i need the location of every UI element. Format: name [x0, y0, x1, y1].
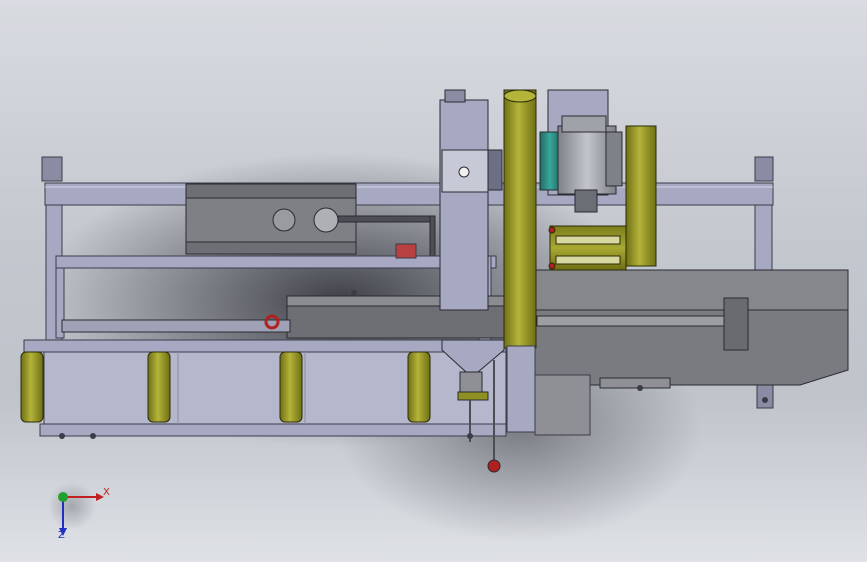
corner-post-top-left [41, 156, 63, 182]
front-bottom-rail [39, 423, 507, 437]
y-axis-point [58, 492, 68, 502]
roller-1 [20, 351, 44, 423]
roller-3 [279, 351, 303, 423]
end-block [723, 297, 749, 351]
front-panel [43, 351, 507, 427]
terminal-box [561, 115, 607, 133]
roller-4 [407, 351, 431, 423]
guide-slot [536, 315, 738, 327]
motor-flange [539, 131, 561, 191]
housing-port [272, 208, 296, 232]
rear-crossbar [44, 182, 774, 206]
middle-rail [55, 255, 497, 269]
carriage-rod [61, 319, 291, 333]
front-top-rail [23, 339, 507, 353]
drive-shaft [337, 215, 435, 223]
handwheel-knob [487, 459, 501, 473]
housing-flange [313, 207, 339, 233]
cad-viewport[interactable]: X Z [0, 0, 867, 562]
corner-post-top-right [754, 156, 774, 182]
machine-assembly-drawing [20, 89, 849, 473]
front-frame [23, 339, 507, 437]
x-axis-label: X [103, 487, 110, 498]
z-axis-label: Z [58, 530, 65, 541]
electric-motor [539, 89, 623, 213]
right-upright [754, 204, 773, 274]
limit-switch [395, 243, 417, 259]
roller-2 [147, 351, 171, 423]
pump-pulley [487, 149, 503, 191]
conveyor-bed [529, 269, 849, 389]
